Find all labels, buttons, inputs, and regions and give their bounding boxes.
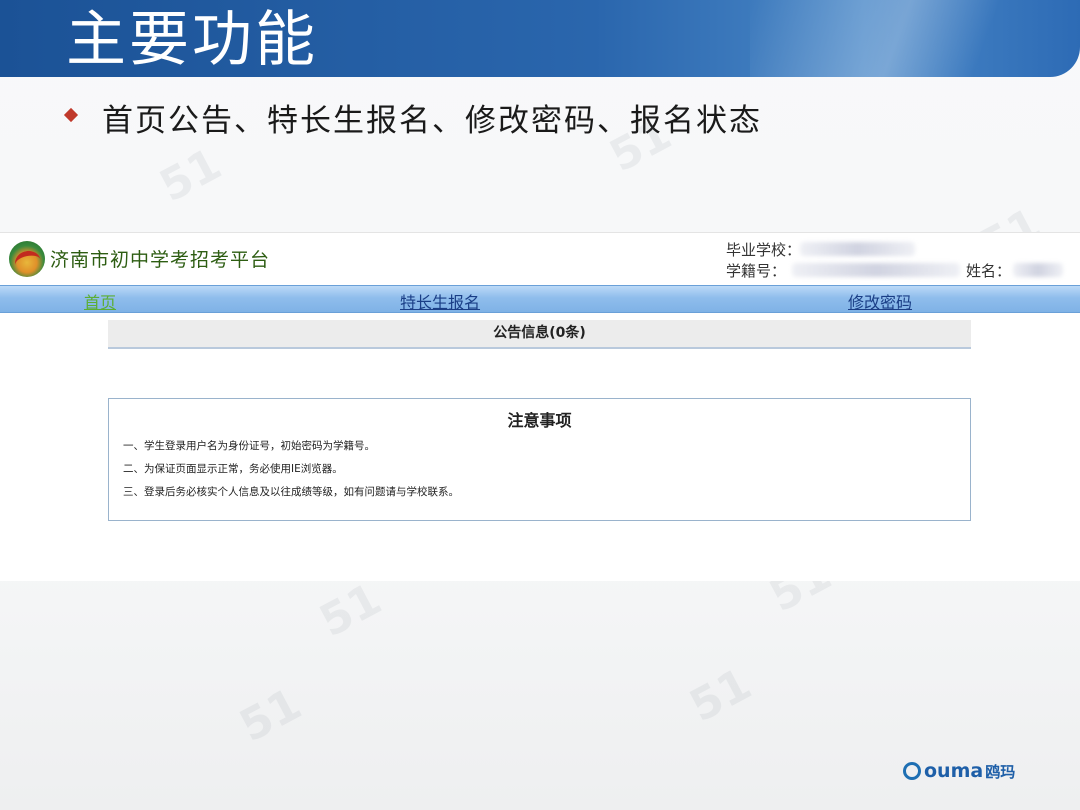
slide-header-banner: 主要功能 (0, 0, 1080, 77)
watermark: 51 (231, 678, 310, 753)
student-id-label: 学籍号： (726, 262, 787, 280)
ouma-brand-cn: 鸥玛 (985, 762, 1016, 781)
notice-item: 一、学生登录用户名为身份证号，初始密码为学籍号。 (123, 440, 375, 452)
nav-specialty-registration[interactable]: 特长生报名 (400, 289, 480, 313)
notice-title: 注意事项 (507, 411, 572, 430)
bullet-row: 首页公告、特长生报名、修改密码、报名状态 (63, 94, 762, 140)
ouma-brand: ouma (924, 760, 984, 782)
announcement-count: 公告信息(0条) (493, 325, 586, 341)
notice-item: 三、登录后务必核实个人信息及以往成绩等级，如有问题请与学校联系。 (123, 486, 459, 498)
ouma-logo: ouma 鸥玛 (903, 760, 1015, 782)
announcement-header: 公告信息(0条) (108, 320, 971, 349)
main-nav: 首页 特长生报名 修改密码 (0, 285, 1080, 313)
app-header: 济南市初中学考招考平台 毕业学校： 学籍号： 姓名： (0, 233, 1080, 285)
bullet-text: 首页公告、特长生报名、修改密码、报名状态 (102, 102, 762, 139)
platform-logo-icon (9, 241, 45, 277)
ouma-mark-icon (903, 762, 921, 780)
slide-title: 主要功能 (66, 5, 318, 75)
school-value-redacted (800, 242, 915, 256)
notice-item: 二、为保证页面显示正常，务必使用IE浏览器。 (123, 463, 343, 475)
notice-box: 注意事项 一、学生登录用户名为身份证号，初始密码为学籍号。 二、为保证页面显示正… (108, 398, 971, 521)
app-screenshot: 济南市初中学考招考平台 毕业学校： 学籍号： 姓名： 首页 特长生报名 修改密码… (0, 232, 1080, 581)
name-label: 姓名： (966, 262, 1012, 280)
app-title: 济南市初中学考招考平台 (50, 249, 271, 271)
nav-change-password[interactable]: 修改密码 (848, 289, 912, 313)
header-shine (750, 0, 1080, 77)
student-id-value-redacted (792, 263, 960, 277)
school-label: 毕业学校： (726, 241, 802, 259)
watermark: 51 (151, 138, 230, 213)
nav-home[interactable]: 首页 (84, 289, 116, 313)
watermark: 51 (681, 658, 760, 733)
watermark: 51 (311, 573, 390, 648)
name-value-redacted (1013, 263, 1063, 277)
bullet-diamond-icon (63, 107, 79, 123)
